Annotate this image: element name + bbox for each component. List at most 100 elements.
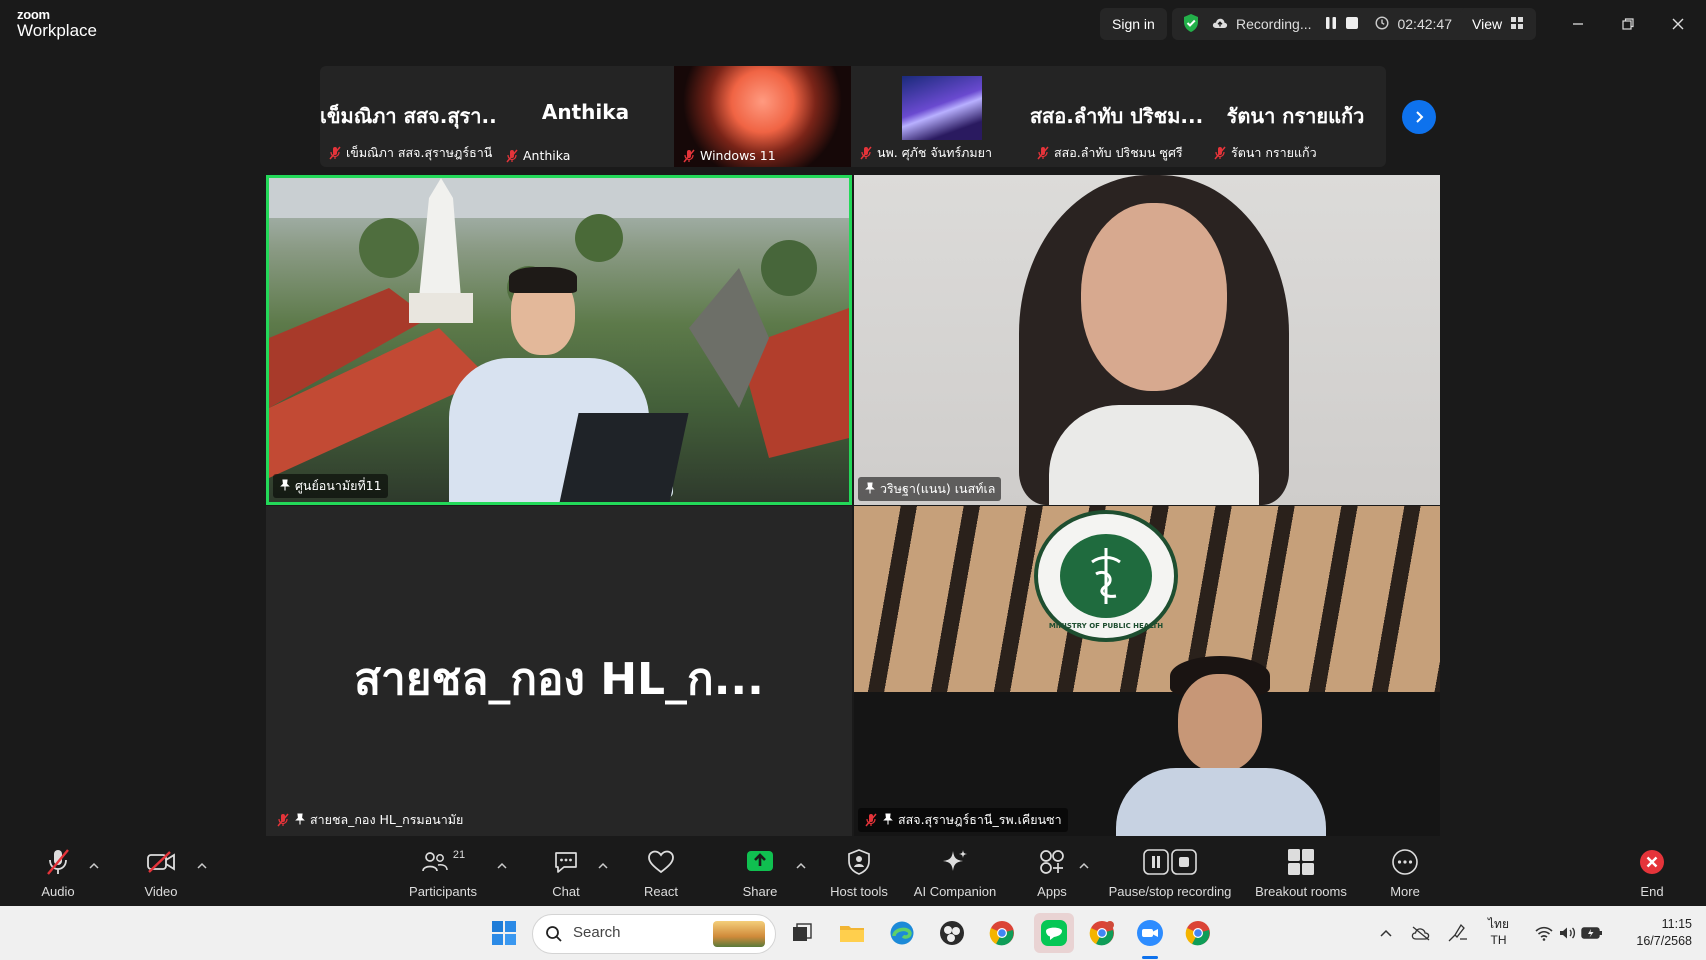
- tile-caption: Windows 11: [682, 148, 776, 163]
- chevron-right-icon: [1416, 111, 1424, 123]
- ai-companion-button[interactable]: AI Companion: [905, 846, 1005, 899]
- video-tile[interactable]: MINISTRY OF PUBLIC HEALTH สสจ.สุราษฎร์ธา…: [854, 506, 1440, 836]
- video-options-caret[interactable]: [195, 856, 209, 869]
- filmstrip-tile[interactable]: เข็มณิภา สสจ.สุรา... เข็มณิภา สสจ.สุราษฎ…: [320, 66, 497, 167]
- pin-icon[interactable]: [882, 812, 894, 828]
- chat-label: Chat: [552, 884, 580, 899]
- shield-check-icon[interactable]: [1182, 13, 1200, 36]
- task-view-icon[interactable]: [786, 917, 818, 949]
- audio-button[interactable]: Audio: [8, 846, 108, 899]
- video-tile-active-speaker[interactable]: ศูนย์อนามัยที่11: [266, 175, 852, 505]
- video-tile-camera-off[interactable]: สายชล_กอง HL_ก... สายชล_กอง HL_กรมอนามัย: [266, 506, 852, 836]
- taskbar-search-box[interactable]: Search: [532, 914, 776, 954]
- seal-text: MINISTRY OF PUBLIC HEALTH: [1048, 622, 1164, 630]
- end-meeting-button[interactable]: End: [1622, 846, 1682, 899]
- host-tools-button[interactable]: Host tools: [809, 846, 909, 899]
- host-tools-label: Host tools: [830, 884, 888, 899]
- logo-bottom: Workplace: [17, 21, 97, 40]
- pen-input-icon[interactable]: [1442, 917, 1474, 949]
- apps-label: Apps: [1037, 884, 1067, 899]
- meeting-toolbar: Audio Video 21 Participants Chat React S…: [0, 836, 1706, 906]
- filmstrip-tile[interactable]: รัตนา กรายแก้ว รัตนา กรายแก้ว: [1205, 66, 1386, 167]
- chrome-profile-icon[interactable]: [1086, 917, 1118, 949]
- participants-count: 21: [452, 849, 466, 861]
- pause-recording-icon[interactable]: [1325, 16, 1337, 33]
- filmstrip-tile[interactable]: สสอ.ลำทับ ปริชม... สสอ.ลำทับ ปริชมน ซูศร…: [1028, 66, 1205, 167]
- mic-muted-icon: [505, 149, 519, 163]
- share-button[interactable]: Share: [710, 846, 810, 899]
- tile-caption: Anthika: [505, 148, 570, 163]
- participants-options-caret[interactable]: [495, 856, 509, 869]
- breakout-rooms-icon: [1288, 849, 1314, 875]
- line-app-icon[interactable]: [1034, 913, 1074, 953]
- tile-caption-label: Windows 11: [700, 148, 776, 163]
- filmstrip-tile[interactable]: Windows 11: [674, 66, 851, 167]
- apps-button[interactable]: Apps: [1002, 846, 1102, 899]
- apps-icon: [1040, 850, 1064, 874]
- chat-icon: [555, 852, 577, 873]
- tile-caption-label: Anthika: [523, 148, 571, 163]
- clock-time: 11:15: [1661, 917, 1692, 931]
- next-page-button[interactable]: [1402, 100, 1436, 134]
- search-icon: [546, 926, 562, 942]
- stop-recording-icon[interactable]: [1345, 16, 1359, 33]
- zoom-workplace-logo: zoom Workplace: [17, 8, 97, 39]
- minimize-button[interactable]: [1564, 10, 1592, 38]
- pin-icon[interactable]: [294, 812, 306, 828]
- breakout-rooms-label: Breakout rooms: [1255, 884, 1347, 899]
- pin-icon[interactable]: [864, 481, 876, 497]
- video-label: Video: [144, 884, 178, 899]
- tile-caption-label: สสอ.ลำทับ ปริชมน ซูศรี: [1054, 145, 1183, 160]
- chevron-up-icon[interactable]: [1370, 917, 1402, 949]
- logo-top: zoom: [17, 7, 50, 22]
- tile-name-large: Anthika: [541, 100, 630, 124]
- obs-studio-icon[interactable]: [936, 917, 968, 949]
- tile-caption: เข็มณิภา สสจ.สุราษฎร์ธานี: [328, 143, 492, 163]
- clock-icon: [1375, 15, 1389, 33]
- onedrive-offline-icon[interactable]: [1406, 917, 1438, 949]
- tile-name-large: สสอ.ลำทับ ปริชม...: [1029, 104, 1204, 128]
- pin-icon[interactable]: [279, 478, 291, 494]
- participant-name-tag: สายชล_กอง HL_กรมอนามัย: [270, 808, 469, 832]
- system-clock[interactable]: 11:15 16/7/2568: [1616, 916, 1692, 950]
- mic-muted-icon: [1036, 146, 1050, 160]
- apps-options-caret[interactable]: [1077, 856, 1091, 869]
- edge-browser-icon[interactable]: [886, 917, 918, 949]
- pause-stop-recording-button[interactable]: Pause/stop recording: [1095, 846, 1245, 899]
- audio-options-caret[interactable]: [87, 856, 101, 869]
- battery-icon[interactable]: [1576, 917, 1608, 949]
- react-button[interactable]: React: [611, 846, 711, 899]
- chat-options-caret[interactable]: [596, 856, 610, 869]
- breakout-rooms-button[interactable]: Breakout rooms: [1241, 846, 1361, 899]
- shield-icon: [848, 849, 870, 875]
- sign-in-button[interactable]: Sign in: [1100, 8, 1167, 40]
- close-icon[interactable]: [1664, 10, 1692, 38]
- chrome-browser-icon[interactable]: [986, 917, 1018, 949]
- participants-icon: [422, 852, 448, 872]
- recording-label: Recording...: [1236, 16, 1312, 32]
- zoom-app-icon[interactable]: [1134, 917, 1166, 949]
- language-indicator[interactable]: ไทย TH: [1488, 916, 1509, 948]
- chat-button[interactable]: Chat: [516, 846, 616, 899]
- mic-muted-icon: [859, 146, 873, 160]
- chrome-window-icon[interactable]: [1182, 917, 1214, 949]
- video-tile[interactable]: วริษฐา(แนน) เนสท์เล: [854, 175, 1440, 505]
- windows-start-icon[interactable]: [488, 917, 520, 949]
- language-bottom: TH: [1490, 933, 1507, 947]
- participant-video: [1019, 175, 1289, 505]
- participant-name-tag: สสจ.สุราษฎร์ธานี_รพ.เคียนซา: [858, 808, 1068, 832]
- share-options-caret[interactable]: [794, 856, 808, 869]
- video-button[interactable]: Video: [111, 846, 211, 899]
- restore-button[interactable]: [1614, 10, 1642, 38]
- file-explorer-icon[interactable]: [836, 917, 868, 949]
- mic-muted-icon: [328, 146, 342, 160]
- tile-caption-label: เข็มณิภา สสจ.สุราษฎร์ธานี: [346, 145, 493, 160]
- participant-name: วริษฐา(แนน) เนสท์เล: [880, 481, 996, 496]
- participants-button[interactable]: 21 Participants: [393, 846, 493, 899]
- filmstrip-tile[interactable]: Anthika Anthika: [497, 66, 674, 167]
- windows-taskbar: Search ไทย TH 11:15 16/7/2568: [0, 906, 1706, 960]
- filmstrip-tile[interactable]: นพ. ศุภัช จันทร์ภมยา: [851, 66, 1028, 167]
- view-button[interactable]: View: [1460, 8, 1537, 40]
- more-button[interactable]: More: [1355, 846, 1455, 899]
- video-off-icon: [147, 851, 175, 873]
